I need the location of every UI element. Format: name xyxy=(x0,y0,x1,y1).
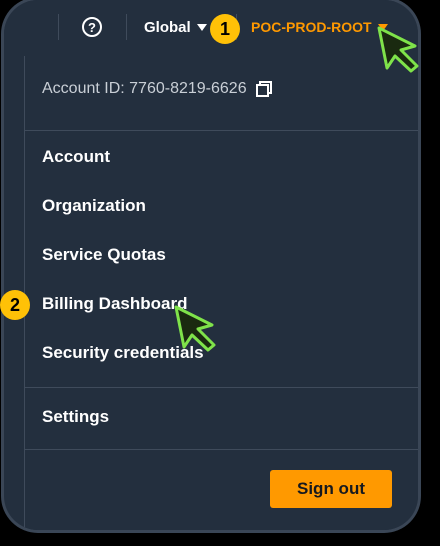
copy-icon[interactable] xyxy=(255,80,273,98)
step-badge-1: 1 xyxy=(210,14,240,44)
account-id-row: Account ID: 7760-8219-6626 xyxy=(42,80,273,98)
console-window: ? Global POC-PROD-ROOT Account ID: 7760-… xyxy=(4,0,418,530)
menu-item-account[interactable]: Account xyxy=(42,144,110,170)
menu-divider xyxy=(25,449,418,450)
chevron-down-icon xyxy=(196,24,207,31)
cursor-icon xyxy=(377,26,419,73)
menu-item-organization[interactable]: Organization xyxy=(42,193,146,219)
step-badge-2: 2 xyxy=(0,290,30,320)
account-id-text: Account ID: 7760-8219-6626 xyxy=(42,80,247,97)
menu-item-settings[interactable]: Settings xyxy=(42,404,109,430)
menu-divider xyxy=(25,130,418,131)
menu-divider xyxy=(25,387,418,388)
account-name-label: POC-PROD-ROOT xyxy=(251,19,372,35)
region-label: Global xyxy=(144,19,191,36)
account-menu-toggle[interactable]: POC-PROD-ROOT xyxy=(251,19,388,35)
nav-separator xyxy=(126,14,127,40)
nav-separator xyxy=(58,14,59,40)
menu-item-billing-dashboard[interactable]: Billing Dashboard xyxy=(42,291,187,317)
menu-item-service-quotas[interactable]: Service Quotas xyxy=(42,242,166,268)
region-selector[interactable]: Global xyxy=(144,19,207,36)
sign-out-button[interactable]: Sign out xyxy=(270,470,392,508)
account-dropdown-menu: Account ID: 7760-8219-6626 Account Organ… xyxy=(24,56,418,530)
cursor-icon xyxy=(174,305,216,352)
help-icon[interactable]: ? xyxy=(82,17,102,37)
